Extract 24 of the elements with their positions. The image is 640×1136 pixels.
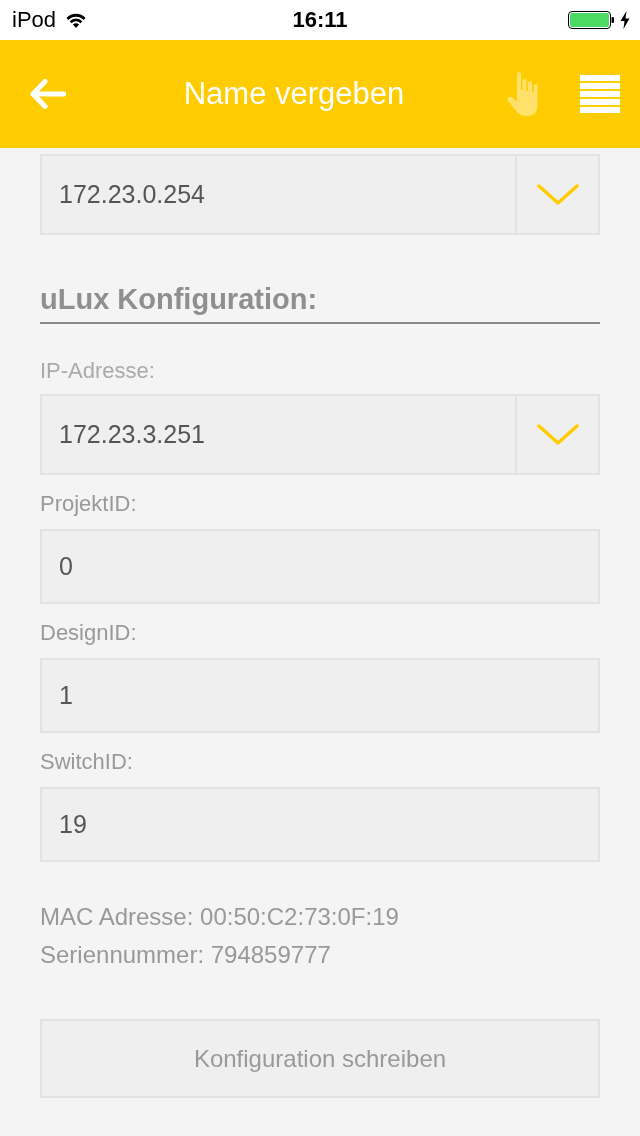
device-info-text: Seriennummer: 794859777 <box>40 940 331 970</box>
input-field[interactable]: 19 <box>40 787 600 862</box>
battery-icon <box>568 11 614 29</box>
chevron-down-icon <box>536 423 579 446</box>
menu-icon <box>580 75 620 113</box>
field-label: SwitchID: <box>40 748 133 776</box>
hand-icon <box>506 71 540 117</box>
carrier-name: iPod <box>12 7 57 33</box>
wifi-icon <box>66 12 87 28</box>
input-field[interactable]: 1 <box>40 658 600 733</box>
dropdown-field[interactable]: 172.23.3.251 <box>40 394 600 475</box>
input-field[interactable]: 0 <box>40 529 600 604</box>
device-info-text: MAC Adresse: 00:50:C2:73:0F:19 <box>40 902 399 932</box>
chevron-down-icon <box>536 183 579 206</box>
screen-title: Name vergeben <box>182 76 406 112</box>
clock-time: 16:11 <box>292 7 348 33</box>
back-arrow-icon <box>30 79 66 109</box>
section-heading: uLux Konfiguration: <box>40 281 600 324</box>
field-label: IP-Adresse: <box>40 357 155 385</box>
field-label: ProjektID: <box>40 490 137 518</box>
charging-bolt-icon <box>620 11 630 29</box>
menu-button[interactable] <box>580 75 620 113</box>
dropdown-field[interactable]: 172.23.0.254 <box>40 154 600 235</box>
field-label: DesignID: <box>40 619 137 647</box>
